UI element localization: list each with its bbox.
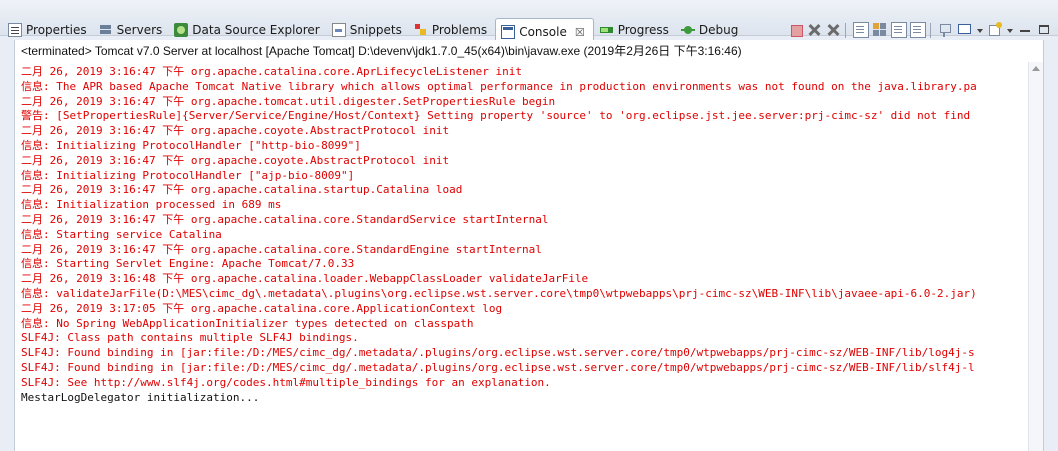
tab-label: Servers bbox=[116, 23, 163, 37]
chevron-down-icon[interactable] bbox=[1006, 22, 1014, 38]
console-line: 二月 26, 2019 3:16:47 下午 org.apache.coyote… bbox=[21, 153, 450, 167]
view-tab-bar: Properties Servers Data Source Explorer … bbox=[0, 0, 1058, 46]
tab-problems[interactable]: Problems bbox=[410, 19, 493, 41]
console-line: SLF4J: See http://www.slf4j.org/codes.ht… bbox=[21, 375, 551, 389]
clear-console-icon[interactable] bbox=[910, 22, 926, 38]
toolbar-separator bbox=[845, 22, 846, 38]
console-line: SLF4J: Class path contains multiple SLF4… bbox=[21, 331, 359, 345]
terminate-icon[interactable] bbox=[791, 25, 803, 37]
console-line: 二月 26, 2019 3:16:47 下午 org.apache.catali… bbox=[21, 242, 542, 256]
properties-icon bbox=[8, 23, 22, 37]
tab-label: Console bbox=[519, 25, 567, 39]
console-line: 信息: Starting Servlet Engine: Apache Tomc… bbox=[21, 257, 355, 271]
console-line: 信息: No Spring WebApplicationInitializer … bbox=[21, 316, 474, 330]
servers-icon bbox=[99, 23, 113, 37]
eclipse-console-view: Properties Servers Data Source Explorer … bbox=[0, 0, 1058, 451]
console-line: 信息: validateJarFile(D:\MES\cimc_dg\.meta… bbox=[21, 286, 977, 300]
console-line: SLF4J: Found binding in [jar:file:/D:/ME… bbox=[21, 360, 975, 374]
scroll-lock-icon[interactable] bbox=[853, 22, 869, 38]
tab-progress[interactable]: Progress bbox=[596, 19, 675, 41]
maximize-icon[interactable] bbox=[1036, 22, 1052, 38]
console-line: 信息: Initializing ProtocolHandler ["ajp-b… bbox=[21, 168, 355, 182]
tab-properties[interactable]: Properties bbox=[4, 19, 93, 41]
show-on-output-icon[interactable] bbox=[872, 22, 888, 38]
snippets-icon bbox=[331, 23, 346, 37]
minimize-icon[interactable] bbox=[1017, 22, 1033, 38]
word-wrap-icon[interactable] bbox=[891, 22, 907, 38]
remove-all-terminated-icon[interactable] bbox=[825, 22, 841, 38]
toolbar-separator bbox=[930, 22, 931, 38]
tab-label: Debug bbox=[698, 23, 739, 37]
console-line: 二月 26, 2019 3:16:47 下午 org.apache.catali… bbox=[21, 65, 522, 78]
console-line: 警告: [SetPropertiesRule]{Server/Service/E… bbox=[21, 109, 971, 123]
tab-data-source-explorer[interactable]: Data Source Explorer bbox=[170, 19, 325, 41]
close-tab-icon[interactable]: ☒ bbox=[575, 26, 585, 39]
console-line: 信息: Initialization processed in 689 ms bbox=[21, 198, 282, 212]
chevron-down-icon[interactable] bbox=[976, 22, 984, 38]
console-line: 二月 26, 2019 3:16:47 下午 org.apache.catali… bbox=[21, 212, 549, 226]
console-line: 信息: Initializing ProtocolHandler ["http-… bbox=[21, 138, 361, 152]
problems-icon bbox=[414, 23, 428, 37]
tab-label: Properties bbox=[26, 23, 87, 37]
console-line: MestarLogDelegator initialization... bbox=[21, 390, 260, 404]
pin-console-icon[interactable] bbox=[938, 22, 954, 38]
console-line: 二月 26, 2019 3:17:05 下午 org.apache.catali… bbox=[21, 301, 503, 315]
remove-launch-icon[interactable] bbox=[806, 22, 822, 38]
progress-icon bbox=[599, 23, 614, 37]
console-toolbar bbox=[788, 21, 1052, 39]
tab-snippets[interactable]: Snippets bbox=[328, 19, 408, 41]
data-source-explorer-icon bbox=[174, 23, 189, 37]
tab-label: Progress bbox=[617, 23, 669, 37]
console-output[interactable]: 二月 26, 2019 3:16:47 下午 org.apache.catali… bbox=[15, 62, 1043, 451]
console-panel: <terminated> Tomcat v7.0 Server at local… bbox=[14, 40, 1044, 451]
console-icon bbox=[501, 25, 516, 39]
console-line: 信息: Starting service Catalina bbox=[21, 227, 222, 241]
console-log: 二月 26, 2019 3:16:47 下午 org.apache.catali… bbox=[15, 62, 1021, 405]
open-console-icon[interactable] bbox=[987, 22, 1003, 38]
debug-icon bbox=[680, 23, 695, 37]
console-line: 二月 26, 2019 3:16:47 下午 org.apache.coyote… bbox=[21, 124, 450, 138]
process-status-label: <terminated> Tomcat v7.0 Server at local… bbox=[21, 44, 742, 58]
tab-servers[interactable]: Servers bbox=[95, 19, 169, 41]
tab-label: Snippets bbox=[349, 23, 402, 37]
tab-label: Problems bbox=[431, 23, 488, 37]
display-console-icon[interactable] bbox=[957, 22, 973, 38]
vertical-scrollbar[interactable] bbox=[1028, 62, 1043, 451]
console-line: 二月 26, 2019 3:16:47 下午 org.apache.catali… bbox=[21, 183, 463, 197]
console-line: 信息: The APR based Apache Tomcat Native l… bbox=[21, 79, 977, 93]
console-line: SLF4J: Found binding in [jar:file:/D:/ME… bbox=[21, 346, 975, 360]
console-line: 二月 26, 2019 3:16:47 下午 org.apache.tomcat… bbox=[21, 94, 556, 108]
tab-debug[interactable]: Debug bbox=[677, 19, 744, 41]
console-line: 二月 26, 2019 3:16:48 下午 org.apache.catali… bbox=[21, 272, 589, 286]
scroll-up-icon[interactable] bbox=[1032, 66, 1040, 71]
tab-label: Data Source Explorer bbox=[192, 23, 320, 37]
